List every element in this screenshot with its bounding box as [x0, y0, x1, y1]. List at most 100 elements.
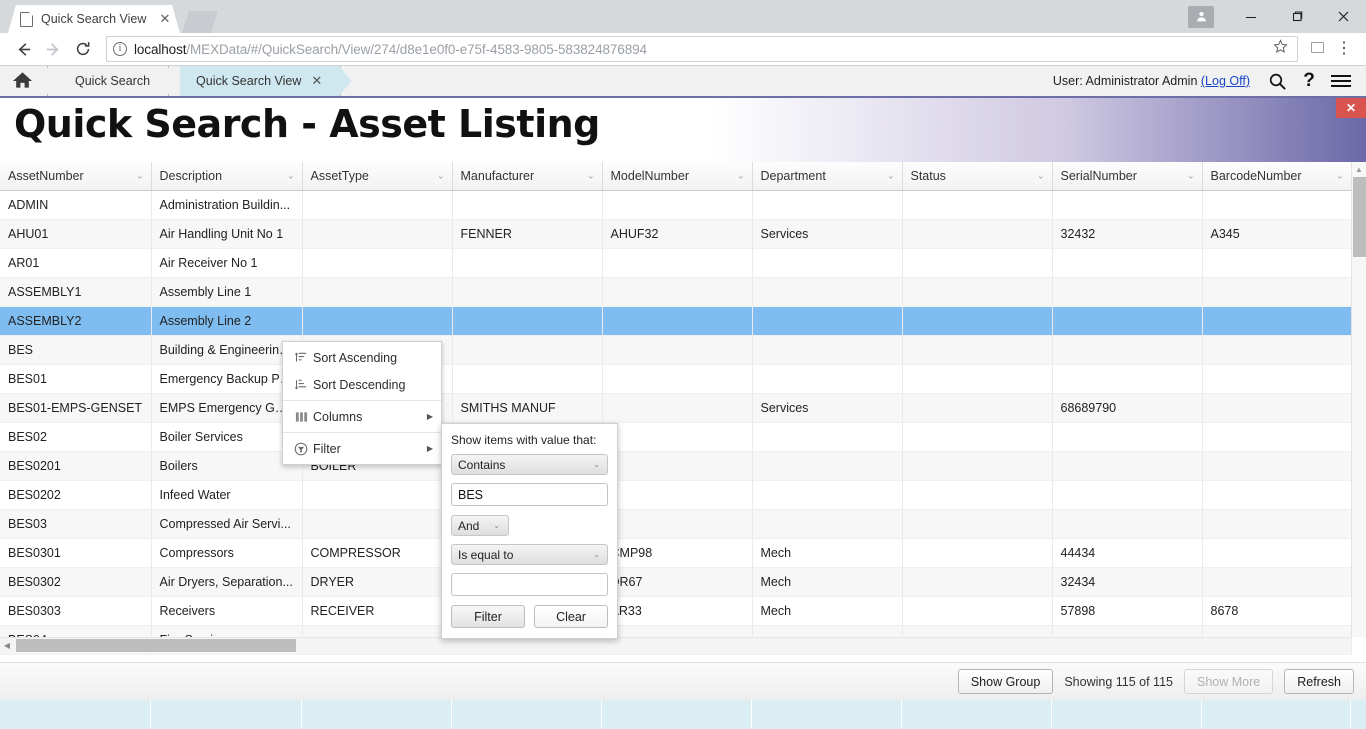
table-cell[interactable] — [1052, 277, 1203, 307]
table-cell[interactable] — [302, 480, 453, 510]
filter-button[interactable]: Filter — [451, 605, 525, 628]
table-cell[interactable] — [1052, 190, 1203, 220]
table-cell[interactable] — [1202, 509, 1352, 539]
table-cell[interactable]: Boiler Services — [151, 422, 303, 452]
table-cell[interactable] — [602, 277, 753, 307]
table-cell[interactable]: Services — [752, 393, 903, 423]
filter-operator-2-select[interactable]: Is equal to ⌄ — [451, 544, 608, 565]
table-cell[interactable] — [752, 248, 903, 278]
table-cell[interactable] — [902, 538, 1053, 568]
log-off-link[interactable]: (Log Off) — [1201, 74, 1250, 88]
grid-header-serialnumber[interactable]: SerialNumber ⌄ — [1052, 162, 1203, 191]
chevron-down-icon[interactable]: ⌄ — [136, 171, 144, 180]
table-cell[interactable] — [902, 596, 1053, 626]
table-cell[interactable] — [302, 248, 453, 278]
table-cell[interactable] — [1202, 567, 1352, 597]
table-cell[interactable] — [902, 451, 1053, 481]
table-cell[interactable] — [602, 451, 753, 481]
table-cell[interactable] — [1052, 451, 1203, 481]
table-cell[interactable] — [1202, 364, 1352, 394]
table-cell[interactable] — [1202, 480, 1352, 510]
table-cell[interactable]: Mech — [752, 538, 903, 568]
table-cell[interactable] — [1052, 248, 1203, 278]
table-cell[interactable]: EMPS Emergency Gen... — [151, 393, 303, 423]
grid-header-status[interactable]: Status ⌄ — [902, 162, 1053, 191]
show-group-button[interactable]: Show Group — [957, 669, 1054, 694]
table-cell[interactable] — [602, 248, 753, 278]
table-cell[interactable] — [752, 277, 903, 307]
table-cell[interactable]: BES02 — [0, 422, 152, 452]
browser-menu-icon[interactable]: ⋮ — [1330, 41, 1358, 57]
table-cell[interactable] — [902, 364, 1053, 394]
chevron-down-icon[interactable]: ⌄ — [1336, 171, 1344, 180]
table-cell[interactable] — [602, 335, 753, 365]
table-cell[interactable] — [602, 509, 753, 539]
grid-header-barcodenumber[interactable]: BarcodeNumber ⌄ — [1202, 162, 1352, 191]
hamburger-icon[interactable] — [1326, 73, 1356, 89]
table-row[interactable]: ASSEMBLY1 Assembly Line 1 — [0, 277, 1352, 307]
table-cell[interactable]: ASSEMBLY1 — [0, 277, 152, 307]
table-cell[interactable]: Mech — [752, 596, 903, 626]
table-cell[interactable] — [752, 451, 903, 481]
table-row[interactable]: BES0201 Boilers BOILER — [0, 451, 1352, 481]
table-cell[interactable]: DR67 — [602, 567, 753, 597]
breadcrumb-quick-search[interactable]: Quick Search — [59, 66, 169, 96]
table-cell[interactable]: 57898 — [1052, 596, 1203, 626]
menu-item-filter[interactable]: Filter ▶ — [283, 435, 441, 462]
table-cell[interactable]: CMP98 — [602, 538, 753, 568]
grid-header-manufacturer[interactable]: Manufacturer ⌄ — [452, 162, 603, 191]
table-cell[interactable] — [902, 393, 1053, 423]
vertical-scrollbar[interactable]: ▲ — [1351, 162, 1366, 637]
table-cell[interactable]: Assembly Line 1 — [151, 277, 303, 307]
table-cell[interactable]: Infeed Water — [151, 480, 303, 510]
table-cell[interactable] — [452, 364, 603, 394]
table-cell[interactable]: Air Receiver No 1 — [151, 248, 303, 278]
table-cell[interactable] — [1202, 422, 1352, 452]
table-cell[interactable] — [902, 190, 1053, 220]
table-cell[interactable] — [302, 509, 453, 539]
table-cell[interactable]: Mech — [752, 567, 903, 597]
table-cell[interactable] — [1052, 422, 1203, 452]
table-cell[interactable] — [1202, 190, 1352, 220]
table-cell[interactable] — [752, 335, 903, 365]
table-cell[interactable]: ADMIN — [0, 190, 152, 220]
scroll-left-icon[interactable]: ◀ — [0, 641, 14, 650]
table-cell[interactable] — [302, 306, 453, 336]
address-bar[interactable]: i localhost/MEXData/#/QuickSearch/View/2… — [106, 36, 1298, 62]
table-cell[interactable]: COMPRESSOR — [302, 538, 453, 568]
table-cell[interactable]: 68689790 — [1052, 393, 1203, 423]
scroll-up-icon[interactable]: ▲ — [1352, 162, 1366, 176]
table-cell[interactable]: Building & Engineering... — [151, 335, 303, 365]
table-cell[interactable] — [1202, 451, 1352, 481]
table-cell[interactable] — [752, 480, 903, 510]
chevron-down-icon[interactable]: ⌄ — [1187, 171, 1195, 180]
table-cell[interactable]: BES03 — [0, 509, 152, 539]
grid-header-description[interactable]: Description ⌄ — [151, 162, 303, 191]
table-cell[interactable] — [1052, 306, 1203, 336]
horizontal-scrollbar[interactable]: ◀ — [0, 637, 1351, 652]
table-cell[interactable]: Assembly Line 2 — [151, 306, 303, 336]
table-cell[interactable]: Air Handling Unit No 1 — [151, 219, 303, 249]
table-cell[interactable] — [902, 219, 1053, 249]
close-icon[interactable]: ✕ — [311, 73, 322, 89]
table-row[interactable]: BES0302Air Dryers, Separation...DRYERCOM… — [0, 567, 1352, 597]
horizontal-scrollbar-thumb[interactable] — [16, 638, 296, 652]
table-cell[interactable]: AR33 — [602, 596, 753, 626]
table-cell[interactable] — [752, 364, 903, 394]
table-row[interactable]: ASSEMBLY2 Assembly Line 2 — [0, 306, 1352, 336]
table-cell[interactable] — [752, 306, 903, 336]
chevron-down-icon[interactable]: ⌄ — [587, 171, 595, 180]
reload-icon[interactable] — [68, 36, 98, 62]
chevron-down-icon[interactable]: ⌄ — [1037, 171, 1045, 180]
filter-value-1-input[interactable] — [451, 483, 608, 506]
table-cell[interactable] — [902, 277, 1053, 307]
cast-icon[interactable] — [1304, 40, 1330, 58]
table-cell[interactable] — [602, 422, 753, 452]
table-cell[interactable] — [602, 393, 753, 423]
filter-value-2-input[interactable] — [451, 573, 608, 596]
filter-operator-1-select[interactable]: Contains ⌄ — [451, 454, 608, 475]
table-cell[interactable] — [302, 277, 453, 307]
table-cell[interactable] — [1052, 364, 1203, 394]
table-cell[interactable] — [302, 219, 453, 249]
back-arrow-icon[interactable] — [8, 36, 38, 62]
